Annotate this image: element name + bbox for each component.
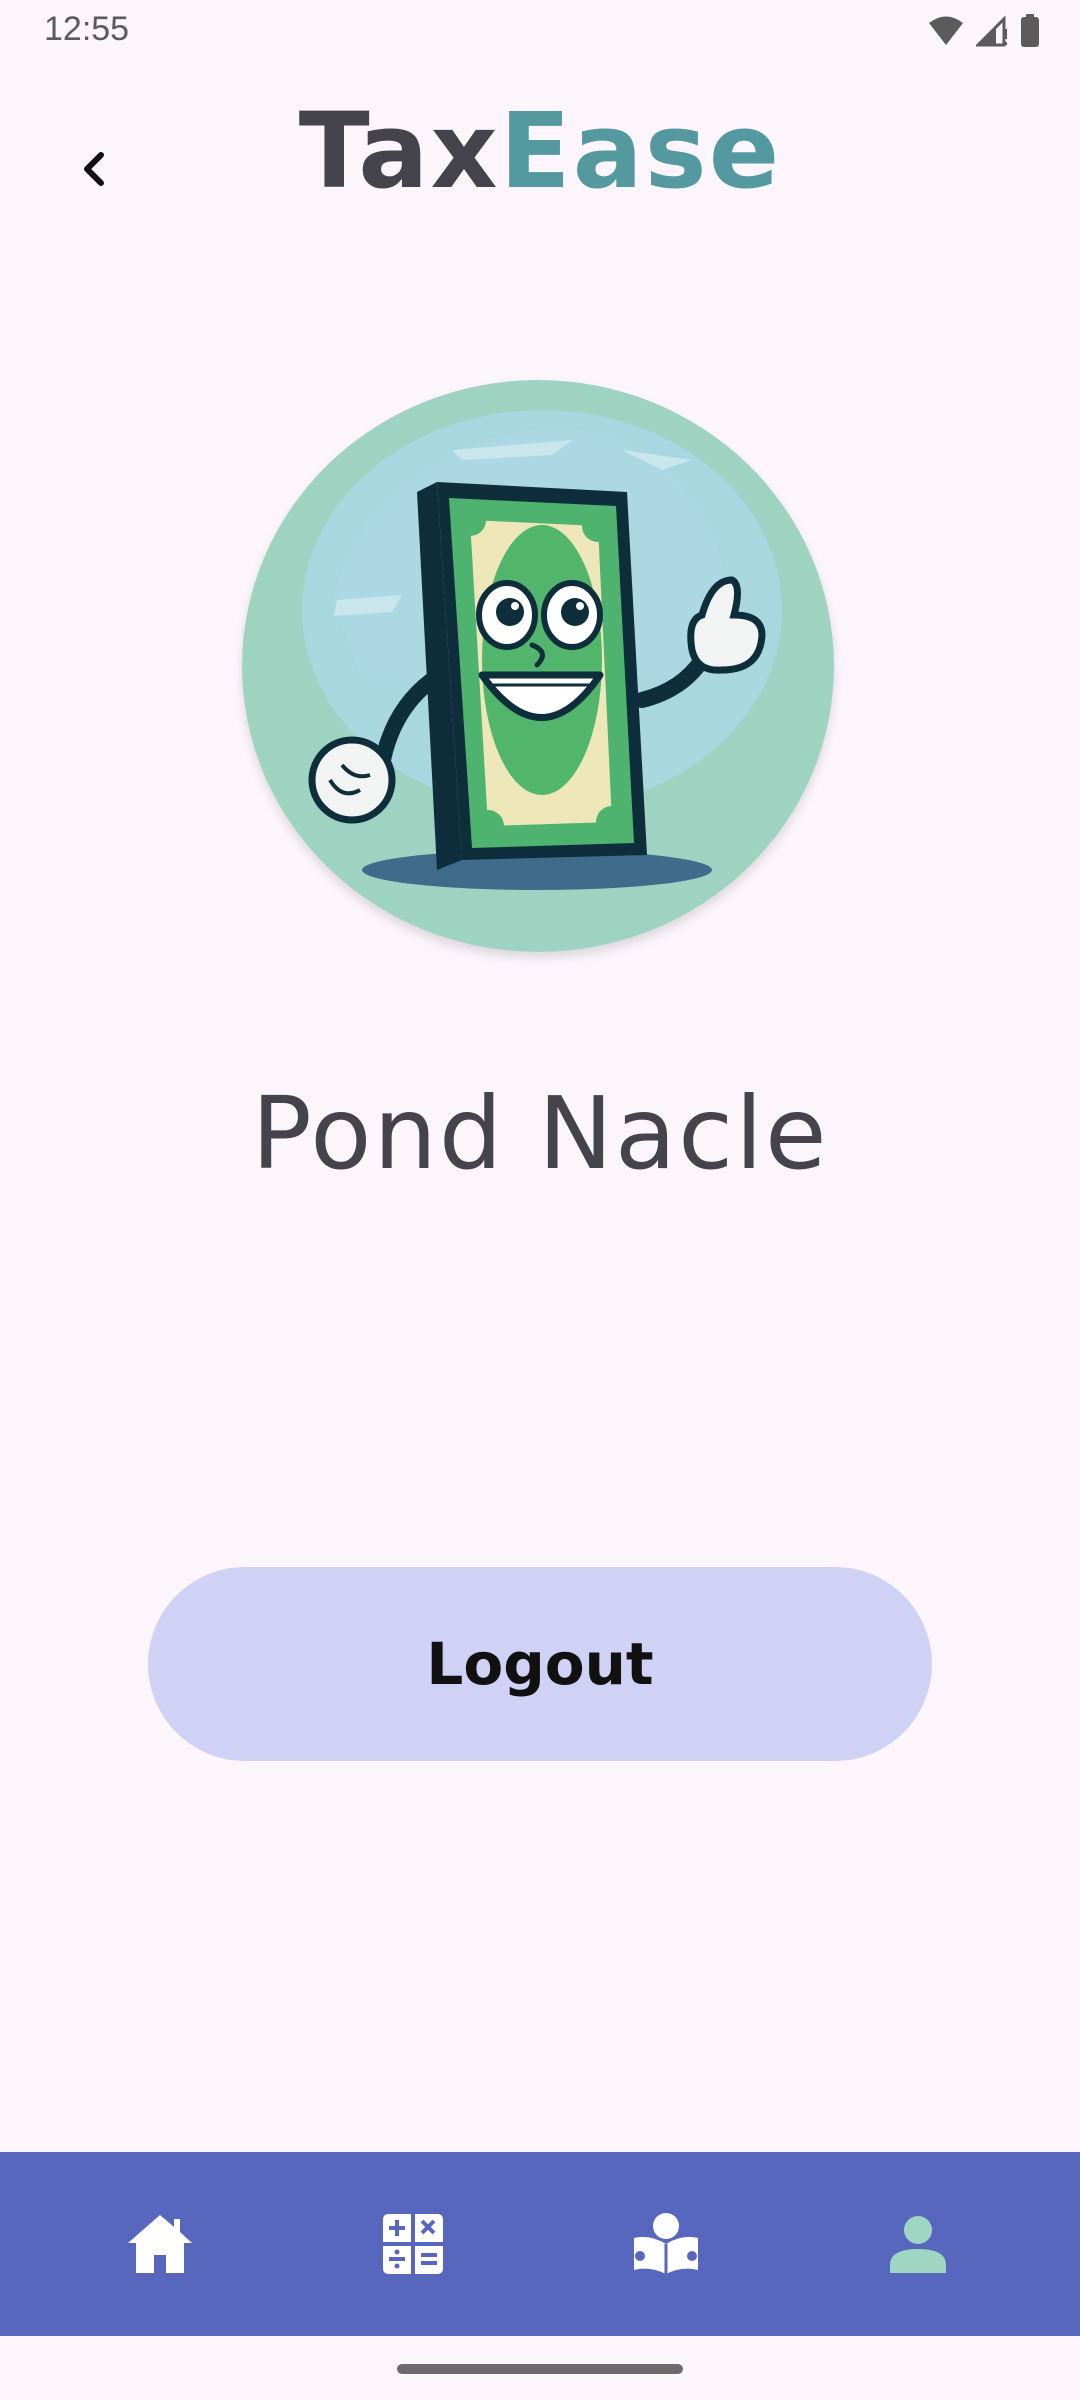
status-time: 12:55 (44, 10, 130, 48)
app-header: TaxEase (0, 62, 1080, 242)
battery-icon (1021, 14, 1039, 47)
wifi-icon (929, 16, 963, 45)
status-icons (928, 14, 1040, 48)
reading-icon (634, 2213, 698, 2274)
user-name: Pond Nacle (251, 1075, 829, 1192)
gesture-bar[interactable] (397, 2364, 683, 2374)
bottom-navigation (0, 2152, 1080, 2336)
home-icon (128, 2215, 192, 2273)
app-title: TaxEase (0, 90, 1080, 212)
logout-button[interactable]: Logout (148, 1567, 932, 1761)
nav-profile[interactable] (818, 2152, 1018, 2336)
profile-screen: 12:55 TaxEase Pond Nacle Logout (0, 0, 1080, 2400)
avatar (242, 380, 834, 952)
app-title-ease: Ease (499, 90, 782, 212)
nav-calculator[interactable] (313, 2152, 513, 2336)
status-bar: 12:55 (0, 0, 1080, 62)
nav-home[interactable] (60, 2152, 260, 2336)
nav-learn[interactable] (566, 2152, 766, 2336)
app-title-tax: Tax (298, 90, 500, 212)
cell-signal-icon (976, 15, 1007, 47)
calculator-icon (383, 2214, 443, 2274)
money-mascot-illustration (242, 380, 834, 952)
profile-icon (890, 2216, 946, 2273)
